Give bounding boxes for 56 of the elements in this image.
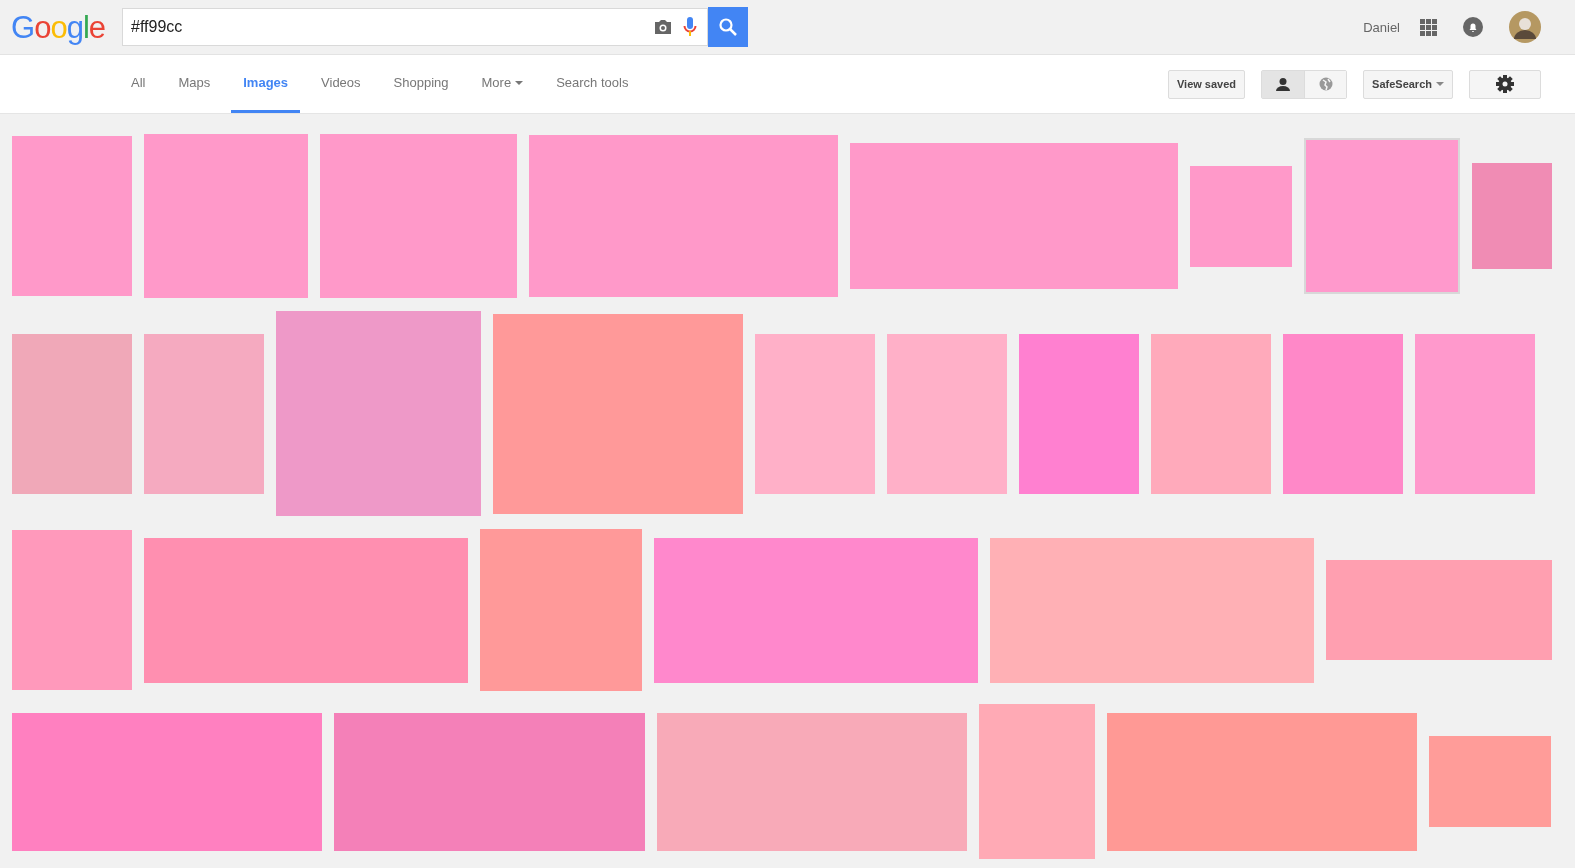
image-thumbnail[interactable] (12, 333, 132, 494)
search-tab[interactable]: All (119, 55, 158, 113)
safesearch-dropdown[interactable]: SafeSearch (1363, 69, 1453, 99)
image-thumbnail[interactable] (1326, 560, 1552, 660)
image-thumbnail[interactable] (12, 712, 322, 851)
image-thumbnail[interactable] (493, 313, 743, 514)
image-thumbnail[interactable] (12, 136, 132, 296)
search-field[interactable]: #ff99cc (123, 18, 653, 36)
image-thumbnail[interactable] (850, 143, 1178, 289)
avatar[interactable] (1509, 11, 1541, 43)
notification-bell-icon[interactable] (1463, 17, 1483, 37)
apps-grid-icon[interactable] (1420, 18, 1437, 36)
person-icon (1276, 77, 1291, 91)
image-thumbnail[interactable] (276, 311, 481, 516)
image-thumbnail[interactable] (1190, 165, 1292, 267)
view-saved-button[interactable]: View saved (1167, 69, 1246, 99)
camera-icon[interactable] (653, 19, 673, 35)
microphone-icon[interactable] (683, 17, 697, 37)
image-thumbnail[interactable] (979, 704, 1095, 859)
image-thumbnail[interactable] (320, 134, 517, 298)
image-thumbnail[interactable] (755, 333, 875, 494)
gear-icon (1496, 75, 1514, 93)
image-thumbnail[interactable] (144, 134, 308, 298)
image-thumbnail[interactable] (334, 712, 645, 851)
person-button[interactable] (1262, 70, 1305, 98)
image-thumbnail[interactable] (1151, 333, 1271, 494)
search-tab[interactable]: Videos (309, 55, 373, 113)
image-thumbnail[interactable] (1107, 712, 1417, 851)
search-tab[interactable]: Maps (166, 55, 223, 113)
image-thumbnail[interactable] (529, 135, 838, 297)
image-thumbnail[interactable] (1019, 333, 1139, 494)
search-bar[interactable]: #ff99cc (122, 8, 708, 46)
image-thumbnail[interactable] (1429, 736, 1551, 827)
image-thumbnail[interactable] (1415, 333, 1535, 494)
search-button[interactable] (708, 7, 748, 47)
image-thumbnail[interactable] (480, 529, 642, 691)
image-thumbnail[interactable] (144, 333, 264, 494)
google-logo[interactable]: Google (11, 11, 122, 43)
image-thumbnail[interactable] (990, 537, 1314, 683)
image-thumbnail[interactable] (1304, 138, 1460, 294)
image-thumbnail[interactable] (887, 333, 1007, 494)
image-thumbnail[interactable] (1283, 333, 1403, 494)
image-thumbnail[interactable] (657, 712, 967, 851)
globe-icon (1318, 77, 1333, 91)
image-thumbnail[interactable] (144, 537, 468, 683)
search-icon (718, 17, 738, 37)
image-thumbnail[interactable] (654, 537, 978, 683)
search-tab[interactable]: Search tools (544, 55, 641, 113)
caret-icon (515, 80, 524, 85)
image-thumbnail[interactable] (1472, 163, 1552, 269)
search-tab[interactable]: Shopping (381, 55, 461, 113)
image-thumbnail[interactable] (12, 530, 132, 690)
search-tab[interactable]: Images (231, 55, 301, 113)
more-menu[interactable]: More (469, 55, 536, 113)
account-name[interactable]: Daniel (1363, 19, 1400, 35)
settings-button[interactable] (1469, 69, 1541, 99)
